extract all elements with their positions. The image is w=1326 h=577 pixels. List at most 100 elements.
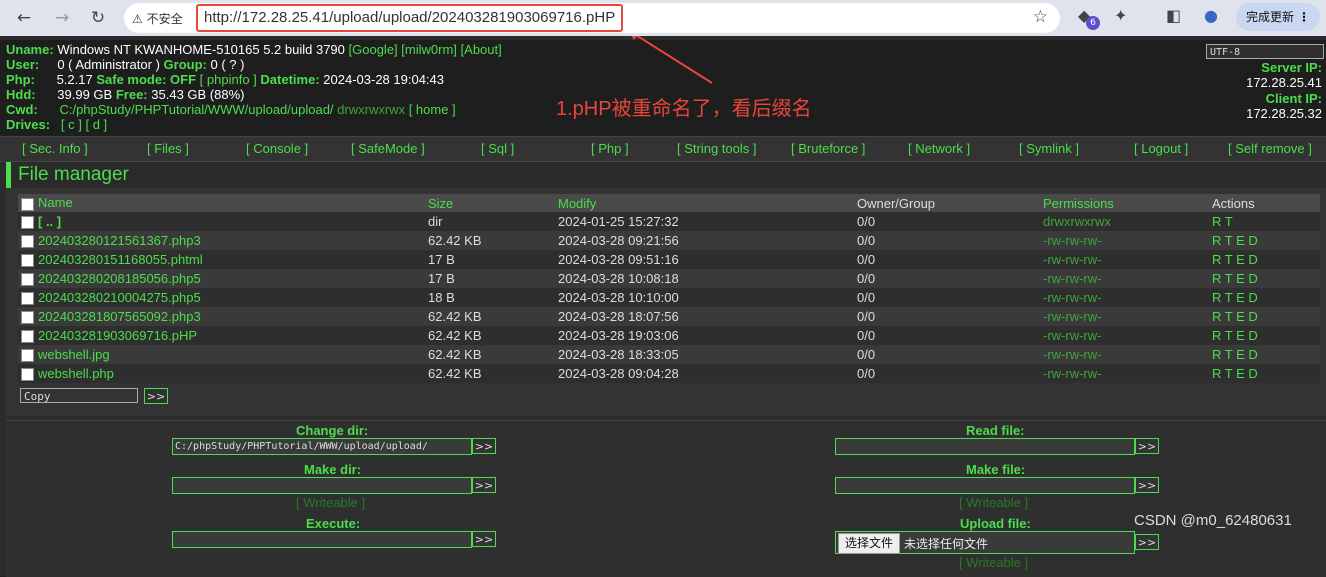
file-name[interactable]: 202403281807565092.php3 [38, 309, 201, 324]
row-checkbox[interactable] [21, 349, 34, 363]
select-all-checkbox[interactable] [21, 197, 34, 211]
change-dir-input[interactable]: C:/phpStudy/PHPTutorial/WWW/upload/uploa… [172, 438, 472, 455]
file-owner-cell: 0/0 [857, 231, 1043, 250]
choose-file-button[interactable]: 选择文件 [838, 533, 901, 554]
row-checkbox[interactable] [21, 330, 34, 344]
row-checkbox[interactable] [21, 273, 34, 287]
menu-self-remove[interactable]: [ Self remove ] [1228, 141, 1312, 156]
address-bar[interactable]: ⚠ 不安全 http://172.28.25.41/upload/upload/… [124, 3, 1060, 33]
forward-icon[interactable]: → [50, 6, 74, 30]
file-owner-cell: 0/0 [857, 326, 1043, 345]
menu-safemode[interactable]: [ SafeMode ] [351, 141, 425, 156]
read-file-input[interactable] [835, 438, 1135, 455]
read-file-button[interactable]: >> [1135, 438, 1159, 454]
action-go-button[interactable]: >> [144, 388, 168, 404]
menu-sql[interactable]: [ Sql ] [481, 141, 514, 156]
row-checkbox[interactable] [21, 216, 34, 230]
file-actions[interactable]: R T E D [1212, 290, 1258, 305]
reload-icon[interactable]: ↻ [86, 6, 110, 30]
file-name[interactable]: 202403281903069716.pHP [38, 328, 197, 343]
header-name-label[interactable]: Name [38, 195, 73, 210]
file-actions[interactable]: R T E D [1212, 366, 1258, 381]
file-actions[interactable]: R T E D [1212, 309, 1258, 324]
file-name[interactable]: webshell.php [38, 366, 114, 381]
home-link[interactable]: [ home ] [409, 102, 456, 117]
make-file-input[interactable] [835, 477, 1135, 494]
row-checkbox[interactable] [21, 368, 34, 382]
file-name[interactable]: 202403280151168055.phtml [38, 252, 203, 267]
row-checkbox[interactable] [21, 254, 34, 268]
drive-links[interactable]: [ c ] [ d ] [61, 117, 107, 132]
file-actions[interactable]: R T [1212, 214, 1233, 229]
file-permissions[interactable]: -rw-rw-rw- [1043, 290, 1101, 305]
file-permissions[interactable]: drwxrwxrwx [1043, 214, 1111, 229]
file-name[interactable]: 202403280210004275.php5 [38, 290, 201, 305]
action-select[interactable]: Copy [20, 388, 138, 403]
make-dir-button[interactable]: >> [472, 477, 496, 493]
row-checkbox[interactable] [21, 311, 34, 325]
file-name-cell: webshell.php [18, 364, 428, 383]
row-checkbox[interactable] [21, 292, 34, 306]
file-modify: 2024-03-28 09:21:56 [558, 233, 679, 248]
file-permissions[interactable]: -rw-rw-rw- [1043, 252, 1101, 267]
file-permissions-cell: -rw-rw-rw- [1043, 288, 1212, 307]
back-icon[interactable]: ← [12, 6, 36, 30]
file-permissions[interactable]: -rw-rw-rw- [1043, 366, 1101, 381]
menu-symlink[interactable]: [ Symlink ] [1019, 141, 1079, 156]
upload-file-button[interactable]: >> [1135, 534, 1159, 550]
file-name-cell: 202403280121561367.php3 [18, 231, 428, 250]
menu-files[interactable]: [ Files ] [147, 141, 189, 156]
menu-console[interactable]: [ Console ] [246, 141, 308, 156]
profile-icon[interactable]: ● [1204, 6, 1218, 25]
cwd-path-link[interactable]: C:/phpStudy/PHPTutorial/WWW/upload/uploa… [59, 102, 333, 117]
file-permissions[interactable]: -rw-rw-rw- [1043, 309, 1101, 324]
menu-sec-info[interactable]: [ Sec. Info ] [22, 141, 88, 156]
header-permissions[interactable]: Permissions [1043, 194, 1212, 212]
insecure-warning[interactable]: ⚠ 不安全 [132, 10, 183, 27]
menu-network[interactable]: [ Network ] [908, 141, 970, 156]
server-ip-label: Server IP: [1261, 60, 1322, 75]
charset-select[interactable]: UTF-8 [1206, 44, 1324, 59]
file-size: 17 B [428, 271, 455, 286]
file-size: 62.42 KB [428, 347, 482, 362]
file-permissions[interactable]: -rw-rw-rw- [1043, 271, 1101, 286]
file-name-cell: webshell.jpg [18, 345, 428, 364]
file-actions[interactable]: R T E D [1212, 347, 1258, 362]
file-name[interactable]: 202403280121561367.php3 [38, 233, 201, 248]
execute-button[interactable]: >> [472, 531, 496, 547]
make-file-button[interactable]: >> [1135, 477, 1159, 493]
upload-file-label: Upload file: [960, 516, 1031, 531]
header-modify[interactable]: Modify [558, 194, 857, 212]
menu-bruteforce[interactable]: [ Bruteforce ] [791, 141, 865, 156]
update-button[interactable]: 完成更新 ⋮ [1236, 3, 1320, 31]
file-name[interactable]: [ .. ] [38, 214, 61, 229]
header-name[interactable]: Name [18, 194, 428, 212]
bookmark-star-icon[interactable]: ☆ [1033, 7, 1048, 27]
file-modify: 2024-03-28 18:07:56 [558, 309, 679, 324]
menu-logout[interactable]: [ Logout ] [1134, 141, 1188, 156]
header-size[interactable]: Size [428, 194, 558, 212]
file-actions[interactable]: R T E D [1212, 328, 1258, 343]
file-permissions[interactable]: -rw-rw-rw- [1043, 347, 1101, 362]
row-checkbox[interactable] [21, 235, 34, 249]
execute-input[interactable] [172, 531, 472, 548]
file-name[interactable]: 202403280208185056.php5 [38, 271, 201, 286]
file-size-cell: 62.42 KB [428, 326, 558, 345]
url-text[interactable]: http://172.28.25.41/upload/upload/202403… [196, 4, 624, 32]
menu-php[interactable]: [ Php ] [591, 141, 629, 156]
file-actions[interactable]: R T E D [1212, 252, 1258, 267]
change-dir-label: Change dir: [296, 423, 369, 438]
file-owner-cell: 0/0 [857, 364, 1043, 383]
upload-file-input[interactable]: 选择文件 未选择任何文件 [835, 531, 1135, 554]
file-permissions[interactable]: -rw-rw-rw- [1043, 233, 1101, 248]
file-actions[interactable]: R T E D [1212, 233, 1258, 248]
file-actions-cell: R T E D [1212, 345, 1320, 364]
change-dir-button[interactable]: >> [472, 438, 496, 454]
file-actions[interactable]: R T E D [1212, 271, 1258, 286]
file-permissions[interactable]: -rw-rw-rw- [1043, 328, 1101, 343]
sidepanel-icon[interactable]: ◧ [1166, 6, 1181, 25]
file-name[interactable]: webshell.jpg [38, 347, 110, 362]
puzzle-icon[interactable]: ✦ [1114, 6, 1127, 25]
menu-string-tools[interactable]: [ String tools ] [677, 141, 756, 156]
make-dir-input[interactable] [172, 477, 472, 494]
